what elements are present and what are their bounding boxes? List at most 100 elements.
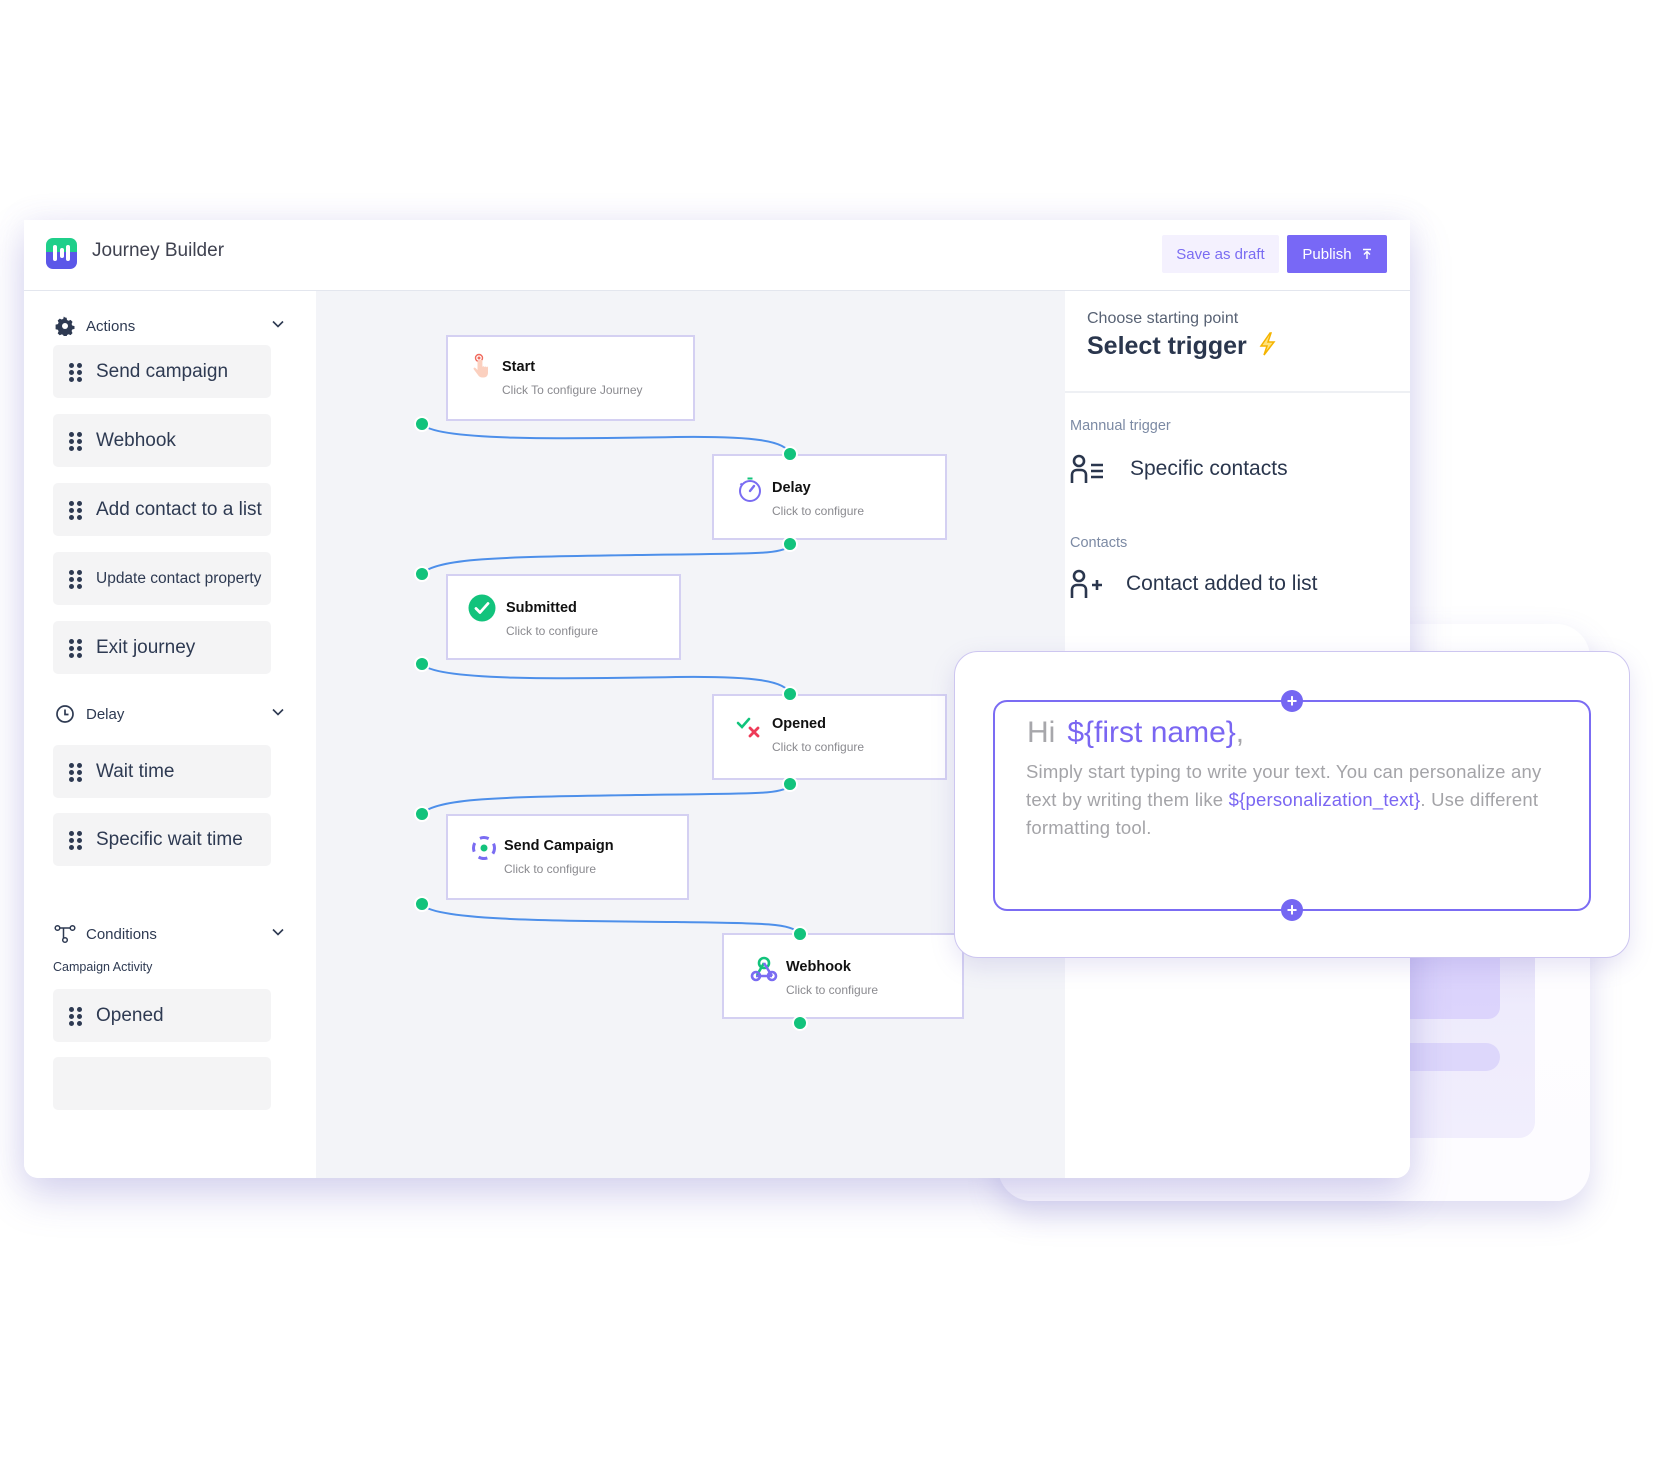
- item-label: Specific wait time: [96, 828, 243, 850]
- greeting-line: Hi ${first name},: [1027, 716, 1244, 750]
- text-editor-card: + Hi ${first name}, Simply start typing t…: [954, 651, 1630, 958]
- trigger-option-contact-added-to-list[interactable]: Contact added to list: [1070, 568, 1317, 600]
- node-send-campaign[interactable]: Send Campaign Click to configure: [446, 814, 689, 900]
- trigger-panel-title: Select trigger: [1087, 332, 1276, 361]
- app-logo-icon: [46, 238, 77, 269]
- plus-icon: +: [1286, 900, 1298, 920]
- body-text: Simply start typing to write your text. …: [1026, 758, 1556, 842]
- palette-item-exit-journey[interactable]: Exit journey: [53, 621, 271, 674]
- first-name-variable: ${first name}: [1067, 716, 1236, 749]
- chevron-down-icon[interactable]: [272, 924, 284, 939]
- node-delay[interactable]: Delay Click to configure: [712, 454, 947, 540]
- node-start-output-port[interactable]: [414, 416, 430, 432]
- option-label: Contact added to list: [1126, 572, 1318, 595]
- connector-submitted-opened: [421, 663, 791, 695]
- clock-icon: [54, 703, 76, 725]
- app-header: Journey Builder Save as draft Publish: [24, 220, 1410, 291]
- publish-button[interactable]: Publish: [1287, 235, 1387, 273]
- publish-label: Publish: [1302, 245, 1352, 263]
- node-submitted-output-port[interactable]: [414, 656, 430, 672]
- greeting-suffix: ,: [1235, 716, 1245, 749]
- greeting-text: Hi: [1027, 716, 1056, 749]
- section-actions-title: Actions: [86, 317, 136, 335]
- connector-sendcampaign-webhook: [421, 903, 801, 935]
- palette-item-opened[interactable]: Opened: [53, 989, 271, 1042]
- journey-canvas[interactable]: Start Click To configure Journey Delay C…: [316, 291, 1065, 1178]
- palette-item-specific-wait-time[interactable]: Specific wait time: [53, 813, 271, 866]
- node-title: Send Campaign: [504, 838, 614, 854]
- node-title: Delay: [772, 480, 811, 496]
- node-subtitle: Click To configure Journey: [502, 383, 643, 397]
- save-as-draft-button[interactable]: Save as draft: [1162, 235, 1279, 273]
- node-opened[interactable]: Opened Click to configure: [712, 694, 947, 780]
- palette-item-update-contact-property[interactable]: Update contact property: [53, 552, 271, 605]
- node-webhook-output-port[interactable]: [792, 1015, 808, 1031]
- drag-handle-icon[interactable]: [69, 431, 82, 451]
- drag-handle-icon[interactable]: [69, 500, 82, 520]
- drag-handle-icon[interactable]: [69, 1006, 82, 1026]
- item-label: Send campaign: [96, 360, 229, 382]
- user-add-icon: [1070, 569, 1102, 598]
- node-webhook-input-port[interactable]: [792, 926, 808, 942]
- item-label: Wait time: [96, 760, 175, 782]
- trigger-panel-subtitle: Choose starting point: [1087, 310, 1239, 327]
- node-opened-input-port[interactable]: [782, 686, 798, 702]
- drag-handle-icon[interactable]: [69, 830, 82, 850]
- node-webhook[interactable]: Webhook Click to configure: [722, 933, 964, 1019]
- drag-handle-icon[interactable]: [69, 362, 82, 382]
- node-title: Webhook: [786, 959, 851, 975]
- node-subtitle: Click to configure: [504, 862, 597, 876]
- add-block-below-button[interactable]: +: [1281, 899, 1303, 921]
- category-contacts: Contacts: [1070, 535, 1128, 551]
- palette-item-partial[interactable]: [53, 1057, 271, 1110]
- personalization-variable: ${personalization_text}: [1228, 789, 1421, 810]
- panel-divider: [1065, 391, 1410, 393]
- node-title: Start: [502, 359, 536, 375]
- campaign-activity-label: Campaign Activity: [53, 960, 153, 974]
- chevron-down-icon[interactable]: [272, 704, 284, 719]
- palette-item-send-campaign[interactable]: Send campaign: [53, 345, 271, 398]
- palette-item-webhook[interactable]: Webhook: [53, 414, 271, 467]
- text-block-editor[interactable]: + Hi ${first name}, Simply start typing t…: [993, 690, 1591, 921]
- target-icon: [472, 836, 496, 860]
- trigger-panel-title-text: Select trigger: [1087, 332, 1247, 360]
- gear-icon: [54, 315, 76, 337]
- app-title: Journey Builder: [92, 240, 225, 261]
- connector-opened-sendcampaign: [421, 783, 791, 815]
- drag-handle-icon[interactable]: [69, 638, 82, 658]
- drag-handle-icon[interactable]: [69, 569, 82, 589]
- check-circle-icon: [468, 594, 496, 622]
- chevron-down-icon[interactable]: [272, 316, 284, 331]
- item-label: Webhook: [96, 429, 176, 451]
- user-list-icon: [1070, 454, 1103, 483]
- node-submitted-input-port[interactable]: [414, 566, 430, 582]
- item-label: Update contact property: [96, 569, 262, 587]
- node-start[interactable]: Start Click To configure Journey: [446, 335, 695, 421]
- trigger-option-specific-contacts[interactable]: Specific contacts: [1070, 453, 1288, 485]
- palette-item-wait-time[interactable]: Wait time: [53, 745, 271, 798]
- stopwatch-icon: [739, 477, 761, 502]
- drag-handle-icon[interactable]: [69, 762, 82, 782]
- node-send-campaign-output-port[interactable]: [414, 896, 430, 912]
- node-subtitle: Click to configure: [506, 624, 599, 638]
- option-label: Specific contacts: [1130, 457, 1288, 480]
- section-actions-header[interactable]: Actions: [54, 314, 284, 338]
- sidebar: Actions Send campaign Webhook Add contac…: [24, 291, 316, 1178]
- branch-icon: [54, 923, 76, 945]
- palette-item-add-contact-to-list[interactable]: Add contact to a list: [53, 483, 271, 536]
- node-send-campaign-input-port[interactable]: [414, 806, 430, 822]
- node-title: Opened: [772, 716, 826, 732]
- section-conditions-header[interactable]: Conditions: [54, 922, 284, 946]
- connector-delay-submitted: [421, 543, 791, 575]
- add-block-above-button[interactable]: +: [1281, 690, 1303, 712]
- upload-arrow-icon: [1362, 248, 1371, 259]
- category-manual-trigger: Mannual trigger: [1070, 418, 1171, 434]
- node-opened-output-port[interactable]: [782, 776, 798, 792]
- node-subtitle: Click to configure: [786, 983, 879, 997]
- node-title: Submitted: [506, 600, 577, 616]
- section-delay-header[interactable]: Delay: [54, 702, 284, 726]
- node-subtitle: Click to configure: [772, 740, 865, 754]
- node-submitted[interactable]: Submitted Click to configure: [446, 574, 681, 660]
- node-delay-input-port[interactable]: [782, 446, 798, 462]
- node-delay-output-port[interactable]: [782, 536, 798, 552]
